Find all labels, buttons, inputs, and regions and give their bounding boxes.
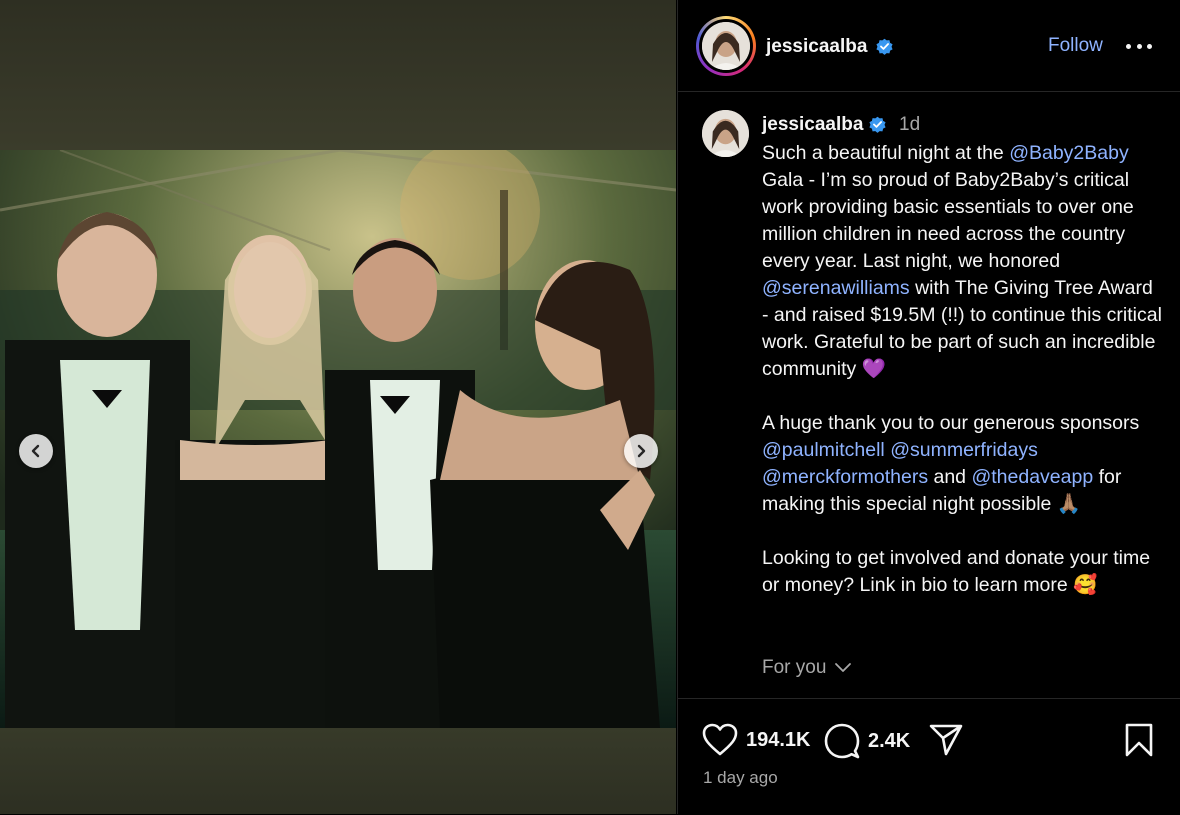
comment-icon: [824, 723, 860, 759]
header-username[interactable]: jessicaalba: [766, 36, 867, 58]
post-photo[interactable]: [0, 150, 676, 728]
more-horizontal-icon: [1126, 43, 1131, 49]
bookmark-icon: [1125, 723, 1153, 757]
carousel-prev-button[interactable]: [19, 434, 53, 468]
mention-link[interactable]: @summerfridays: [890, 439, 1038, 461]
media-letterbox-bottom: [0, 728, 676, 814]
posted-time[interactable]: 1 day ago: [703, 768, 778, 788]
avatar[interactable]: [702, 22, 750, 70]
caption-username[interactable]: jessicaalba: [762, 114, 863, 136]
caption-segment: Such a beautiful night at the: [762, 142, 1010, 164]
mention-link[interactable]: @thedaveapp: [971, 466, 1093, 488]
follow-button[interactable]: Follow: [1048, 35, 1103, 57]
chevron-right-icon: [637, 444, 646, 458]
more-options-button[interactable]: [1126, 34, 1152, 58]
like-button[interactable]: 194.1K: [702, 723, 811, 757]
post-side-panel: jessicaalba Follow jessicaalba 1d Such a…: [677, 0, 1180, 814]
carousel-next-button[interactable]: [624, 434, 658, 468]
comment-count[interactable]: 2.4K: [868, 730, 910, 753]
mention-link[interactable]: @serenawilliams: [762, 277, 910, 299]
verified-badge-icon: [869, 116, 886, 133]
caption-text: Such a beautiful night at the @Baby2Baby…: [762, 140, 1162, 599]
chevron-left-icon: [31, 444, 40, 458]
mention-link[interactable]: @Baby2Baby: [1009, 142, 1129, 164]
like-count[interactable]: 194.1K: [746, 729, 811, 752]
for-you-dropdown[interactable]: For you: [762, 657, 852, 679]
action-bar: 194.1K 2.4K 1 day ago: [678, 698, 1180, 815]
for-you-label: For you: [762, 657, 827, 678]
caption-segment: with The Giving Tree Award - and raised …: [762, 277, 1162, 434]
comment-button[interactable]: 2.4K: [824, 723, 910, 759]
media-letterbox-top: [0, 0, 676, 150]
post-media: [0, 0, 676, 814]
chevron-down-icon: [835, 663, 852, 672]
caption-avatar[interactable]: [702, 110, 749, 157]
mention-link[interactable]: @merckformothers: [762, 466, 928, 488]
caption-segment: and: [928, 466, 972, 488]
share-button[interactable]: [928, 723, 964, 757]
send-icon: [929, 724, 963, 756]
caption-segment: [1038, 439, 1043, 461]
post-header: jessicaalba Follow: [678, 0, 1180, 92]
story-ring[interactable]: [696, 16, 756, 76]
heart-icon: [702, 723, 738, 756]
mention-link[interactable]: @paulmitchell: [762, 439, 885, 461]
caption-timestamp[interactable]: 1d: [899, 114, 920, 136]
save-button[interactable]: [1124, 723, 1154, 757]
verified-badge-icon: [876, 38, 893, 55]
